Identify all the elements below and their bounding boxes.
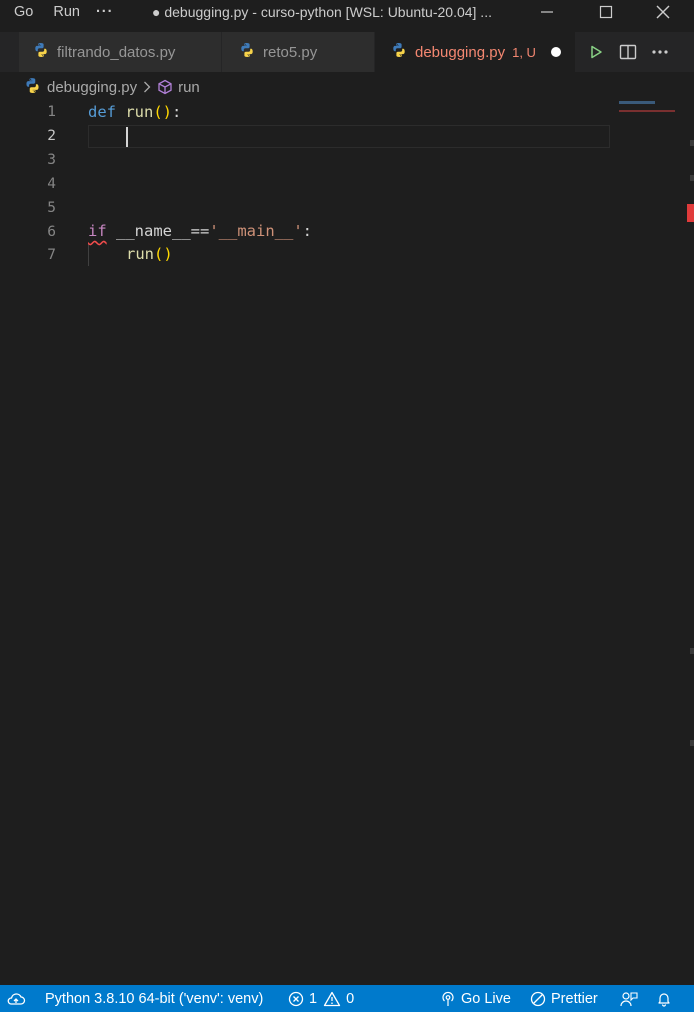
colon-token: :	[172, 103, 182, 121]
current-line-highlight	[88, 125, 610, 148]
split-editor-button[interactable]	[612, 32, 644, 72]
minimize-button[interactable]	[524, 0, 570, 24]
line-number: 5	[47, 200, 56, 216]
string-token: '__main__'	[209, 222, 303, 240]
keyword-token: def	[88, 103, 116, 121]
error-icon	[288, 991, 304, 1007]
function-token: run	[126, 245, 154, 263]
minimap-line	[619, 101, 655, 104]
minimap-error-line	[619, 110, 675, 112]
python-icon	[391, 42, 407, 62]
ellipsis-icon	[652, 50, 668, 54]
remote-indicator[interactable]	[6, 985, 26, 1012]
unsaved-dot-icon[interactable]	[551, 47, 561, 57]
broadcast-icon	[440, 991, 456, 1007]
text-cursor	[126, 127, 128, 147]
code-line: run()	[126, 242, 173, 266]
editor-actions	[580, 32, 676, 72]
close-icon	[656, 5, 670, 19]
colon-token: :	[302, 222, 312, 240]
go-live-label: Go Live	[461, 990, 511, 1007]
cloud-upload-icon	[7, 992, 26, 1005]
python-interpreter-label: Python 3.8.10 64-bit ('venv': venv)	[45, 990, 264, 1007]
warning-count: 0	[346, 990, 355, 1007]
code-line: if __name__=='__main__':	[88, 219, 312, 243]
tab-label: debugging.py	[415, 43, 506, 61]
split-editor-icon	[619, 44, 637, 60]
vertical-scrollbar[interactable]	[686, 100, 694, 985]
chevron-right-icon	[143, 81, 151, 93]
scrollbar-error-marker	[687, 204, 694, 222]
breadcrumb: debugging.py run	[0, 76, 200, 98]
paren-token: ()	[153, 103, 173, 121]
error-count: 1	[309, 990, 318, 1007]
python-interpreter[interactable]: Python 3.8.10 64-bit ('venv': venv)	[45, 985, 263, 1012]
tab-reto5[interactable]: reto5.py	[222, 32, 375, 72]
prettier-disabled-icon	[530, 991, 546, 1007]
problem-badge: 1, U	[512, 44, 536, 60]
close-window-button[interactable]	[640, 0, 686, 24]
play-icon	[591, 45, 602, 59]
bell-icon	[658, 992, 670, 1007]
overview-ruler-mark	[690, 740, 694, 746]
prettier-label: Prettier	[551, 990, 598, 1007]
window-title: ● debugging.py - curso-python [WSL: Ubun…	[152, 4, 492, 20]
keyword-token: if	[88, 222, 107, 240]
line-number: 1	[47, 104, 56, 120]
line-number: 6	[47, 224, 56, 240]
maximize-icon	[599, 5, 613, 19]
tab-label: reto5.py	[263, 43, 318, 61]
python-icon	[239, 42, 255, 62]
python-icon	[33, 42, 49, 62]
feedback-icon	[620, 991, 638, 1006]
warning-icon	[323, 991, 341, 1007]
prettier-button[interactable]: Prettier	[530, 985, 598, 1012]
minimize-icon	[541, 11, 553, 13]
line-number: 7	[47, 247, 56, 263]
overview-ruler-mark	[690, 140, 694, 146]
indent-guide	[88, 244, 89, 266]
menu-go[interactable]: Go	[0, 0, 47, 24]
line-number: 2	[47, 128, 56, 144]
menu-more-button[interactable]: ···	[86, 0, 124, 24]
tab-debugging[interactable]: debugging.py 1, U	[375, 32, 576, 72]
more-actions-button[interactable]	[644, 32, 676, 72]
overview-ruler-mark	[690, 648, 694, 654]
name-token: __name__==	[106, 222, 210, 240]
breadcrumb-symbol[interactable]: run	[178, 79, 200, 96]
function-token: run	[125, 103, 154, 121]
feedback-button[interactable]	[620, 985, 638, 1012]
maximize-button[interactable]	[583, 0, 629, 24]
line-number: 4	[47, 176, 56, 192]
problems-indicator[interactable]: 1 0	[288, 985, 354, 1012]
go-live-button[interactable]: Go Live	[440, 985, 511, 1012]
menu-run[interactable]: Run	[47, 0, 86, 24]
run-file-button[interactable]	[580, 32, 612, 72]
status-bar: Python 3.8.10 64-bit ('venv': venv) 1 0 …	[0, 985, 694, 1012]
notifications-button[interactable]	[656, 985, 672, 1012]
line-number: 3	[47, 152, 56, 168]
python-icon	[24, 77, 41, 98]
tab-filtrando-datos[interactable]: filtrando_datos.py	[19, 32, 222, 72]
breadcrumb-file[interactable]: debugging.py	[47, 79, 137, 96]
code-line: def run():	[88, 100, 181, 124]
title-bar: Go Run ··· ● debugging.py - curso-python…	[0, 0, 694, 24]
tab-label: filtrando_datos.py	[57, 43, 176, 61]
paren-token: ()	[154, 245, 173, 263]
overview-ruler-mark	[690, 175, 694, 181]
method-symbol-icon	[157, 79, 173, 95]
